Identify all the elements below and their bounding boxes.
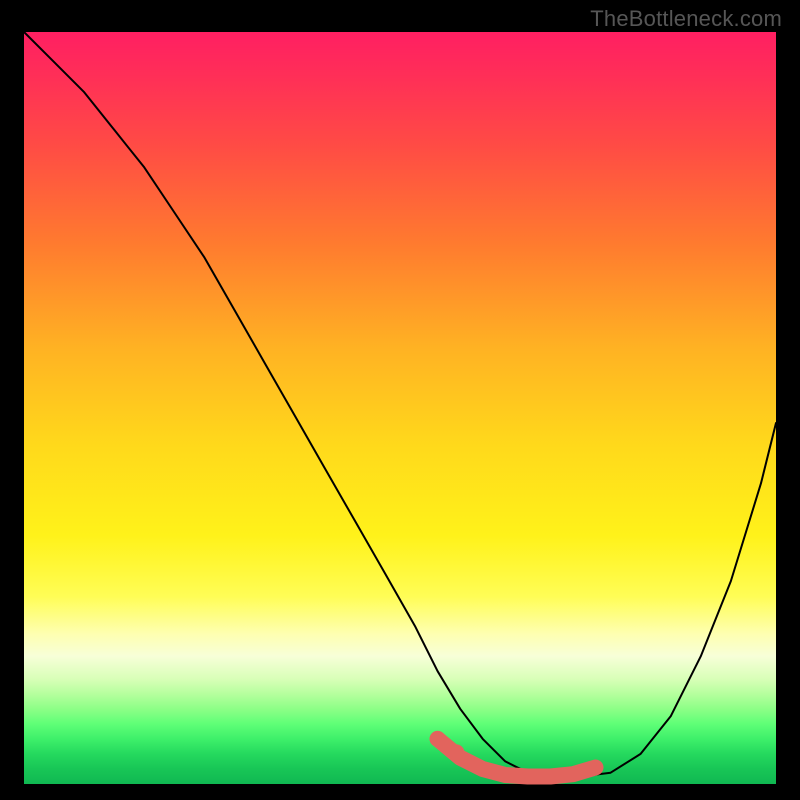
curve-layer xyxy=(24,32,776,784)
optimal-dot xyxy=(430,731,446,747)
plot-area xyxy=(24,32,776,784)
watermark-text: TheBottleneck.com xyxy=(590,6,782,32)
optimal-dot xyxy=(448,744,464,760)
bottleneck-curve xyxy=(24,32,776,777)
chart-container: TheBottleneck.com xyxy=(0,0,800,800)
